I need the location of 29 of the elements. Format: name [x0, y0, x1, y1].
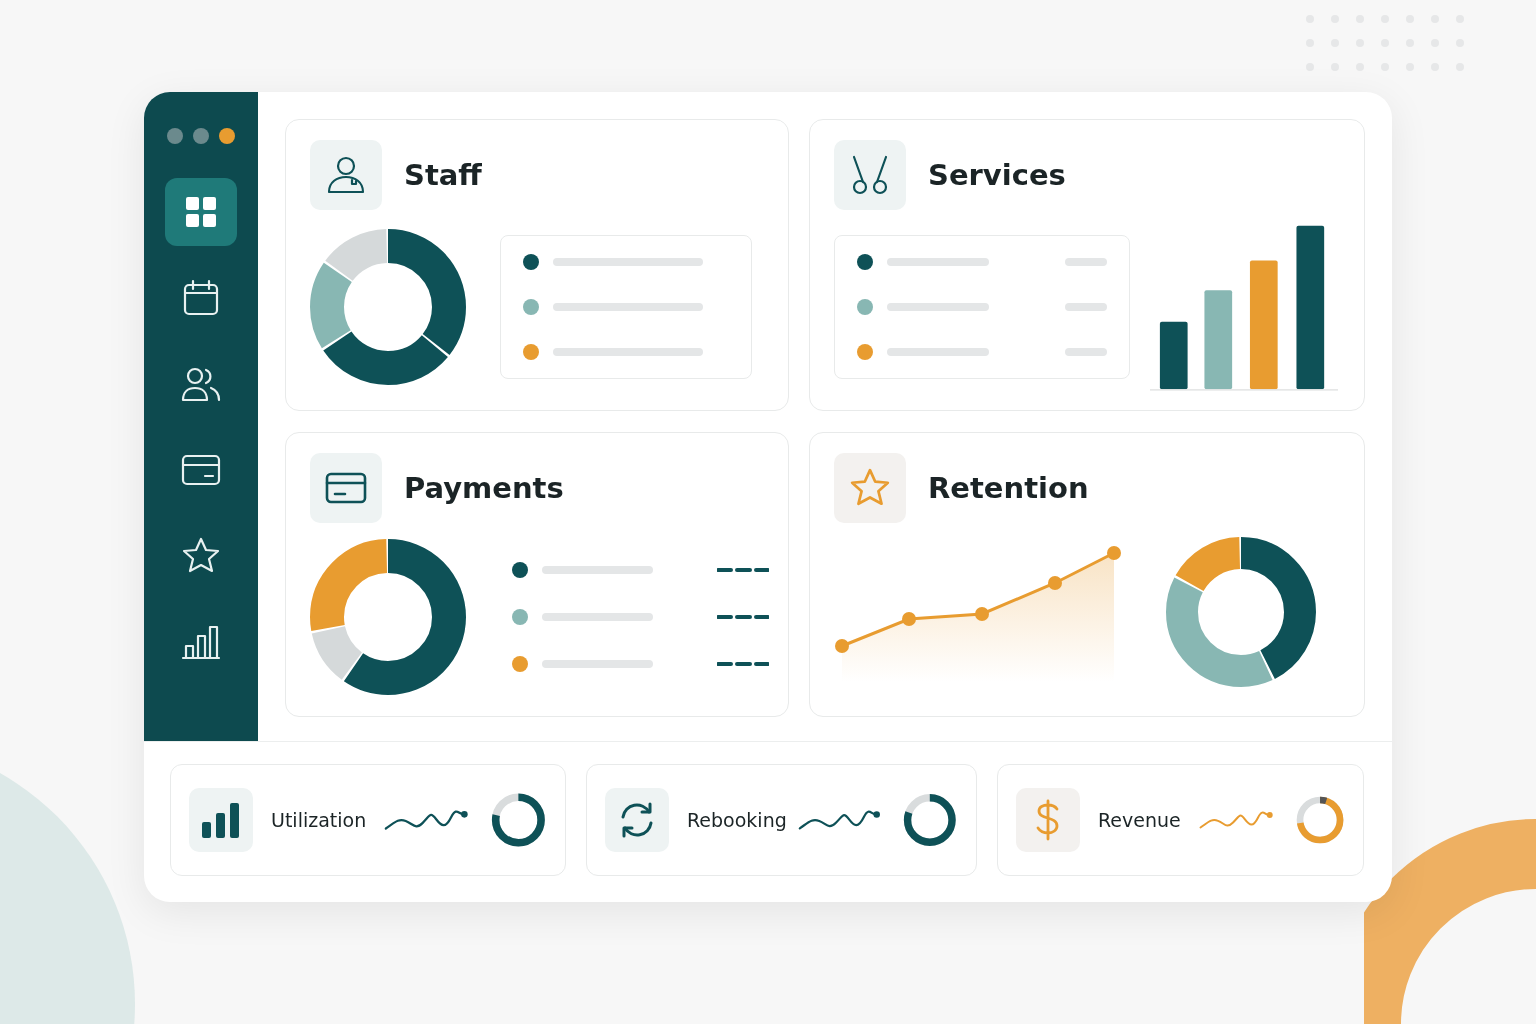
dashed-line — [717, 567, 769, 572]
card-title: Payments — [404, 471, 564, 505]
placeholder-bar — [1065, 303, 1107, 311]
bar-chart-icon — [181, 624, 221, 660]
chart-point — [1107, 545, 1121, 560]
nav-button[interactable] — [165, 178, 237, 246]
chart-point — [975, 606, 989, 621]
metric-label: Utilization — [271, 809, 368, 831]
placeholder-bar — [1065, 258, 1107, 266]
card-icon — [181, 453, 221, 487]
metric-label: Rebooking — [687, 809, 788, 831]
metric-label: Revenue — [1098, 809, 1182, 831]
dollar-icon — [1035, 799, 1061, 841]
placeholder-bar — [1065, 348, 1107, 356]
grid-icon — [184, 195, 218, 229]
card-title: Staff — [404, 158, 482, 192]
chart-point — [1048, 575, 1062, 590]
calendar-icon — [182, 279, 220, 317]
bar-chart-icon — [202, 802, 240, 838]
chart-bar — [1159, 321, 1188, 390]
card-title: Services — [928, 158, 1066, 192]
card-title: Retention — [928, 471, 1089, 505]
chart-point — [902, 611, 916, 626]
dashed-line — [717, 661, 769, 666]
chart-point — [835, 638, 849, 653]
users-icon — [180, 365, 222, 403]
person-icon — [325, 155, 367, 195]
card-icon — [325, 471, 367, 505]
dashed-line — [717, 614, 769, 619]
